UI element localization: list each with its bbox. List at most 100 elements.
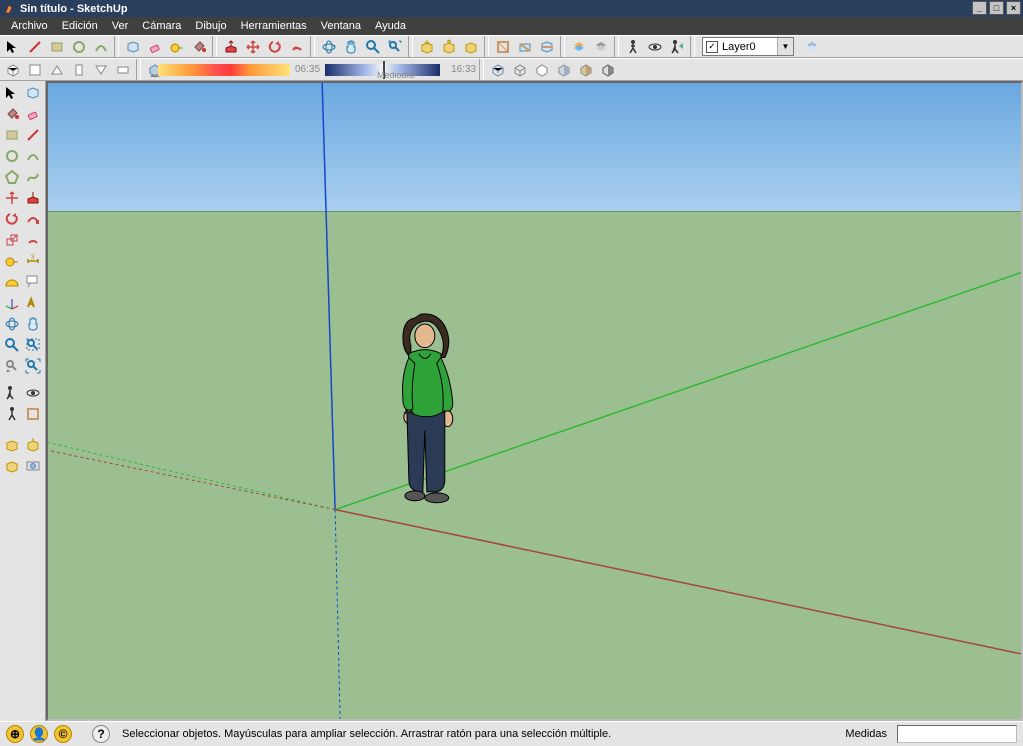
look-around-icon[interactable] (23, 383, 42, 402)
measurements-input[interactable] (897, 725, 1017, 743)
protractor-icon[interactable] (2, 272, 21, 291)
push-pull-icon[interactable] (220, 36, 241, 57)
share-model-icon[interactable] (438, 36, 459, 57)
walk-icon[interactable] (2, 404, 21, 423)
eraser-icon[interactable] (23, 104, 42, 123)
section-plane-icon[interactable] (492, 36, 513, 57)
polygon-icon[interactable] (2, 167, 21, 186)
push-pull-icon[interactable] (23, 188, 42, 207)
shaded-style-icon[interactable] (553, 59, 574, 80)
layers-icon[interactable] (590, 36, 611, 57)
separator (212, 36, 217, 57)
rectangle-icon[interactable] (46, 36, 67, 57)
paint-bucket-icon[interactable] (2, 104, 21, 123)
modeling-viewport[interactable] (46, 81, 1023, 721)
share-model-icon[interactable] (23, 435, 42, 454)
zoom-extents-icon[interactable] (23, 356, 42, 375)
get-models-icon[interactable] (2, 435, 21, 454)
offset-icon[interactable] (23, 230, 42, 249)
arc-icon[interactable] (23, 146, 42, 165)
season-gradient[interactable] (158, 64, 290, 76)
line-icon[interactable] (23, 125, 42, 144)
separator (479, 59, 484, 80)
make-component-icon[interactable] (23, 83, 42, 102)
freehand-icon[interactable] (23, 167, 42, 186)
zoom-window-icon[interactable] (23, 335, 42, 354)
share-component-icon[interactable] (460, 36, 481, 57)
wireframe-style-icon[interactable] (509, 59, 530, 80)
help-icon[interactable]: ? (92, 725, 110, 743)
pan-icon[interactable] (23, 314, 42, 333)
dimension-icon[interactable]: 3 (23, 251, 42, 270)
select-icon[interactable] (2, 83, 21, 102)
section-cut-icon[interactable] (536, 36, 557, 57)
position-camera-icon[interactable] (666, 36, 687, 57)
pan-icon[interactable] (340, 36, 361, 57)
line-icon[interactable] (24, 36, 45, 57)
circle-icon[interactable] (68, 36, 89, 57)
scale-icon[interactable] (2, 230, 21, 249)
claim-credit-icon[interactable]: © (54, 725, 72, 743)
zoom-extents-icon[interactable] (384, 36, 405, 57)
chevron-down-icon: ▼ (777, 38, 793, 55)
previous-view-icon[interactable] (2, 356, 21, 375)
left-view-icon[interactable] (112, 59, 133, 80)
menu-help[interactable]: Ayuda (368, 18, 413, 34)
position-camera-icon[interactable] (2, 383, 21, 402)
rotate-icon[interactable] (2, 209, 21, 228)
iso-view-icon[interactable] (2, 59, 23, 80)
close-button[interactable]: × (1006, 1, 1021, 15)
tape-measure-icon[interactable] (166, 36, 187, 57)
layer-manager-icon[interactable] (801, 36, 822, 57)
rotate-icon[interactable] (264, 36, 285, 57)
menu-file[interactable]: Archivo (4, 18, 55, 34)
menu-camera[interactable]: Cámara (135, 18, 188, 34)
eraser-icon[interactable] (144, 36, 165, 57)
hidden-line-style-icon[interactable] (531, 59, 552, 80)
geolocation-icon[interactable]: ⊕ (6, 725, 24, 743)
styles-icon[interactable] (568, 36, 589, 57)
orbit-icon[interactable] (2, 314, 21, 333)
time-start: 06:35 (295, 64, 320, 75)
tape-measure-icon[interactable] (2, 251, 21, 270)
share-component-icon[interactable] (2, 456, 21, 475)
walk-icon[interactable] (622, 36, 643, 57)
layer-dropdown[interactable]: ✓ Layer0 ▼ (702, 37, 794, 56)
xray-style-icon[interactable] (487, 59, 508, 80)
shaded-texture-style-icon[interactable] (575, 59, 596, 80)
credits-icon[interactable]: 👤 (30, 725, 48, 743)
paint-bucket-icon[interactable] (188, 36, 209, 57)
move-icon[interactable] (2, 188, 21, 207)
top-view-icon[interactable] (24, 59, 45, 80)
back-view-icon[interactable] (90, 59, 111, 80)
circle-icon[interactable] (2, 146, 21, 165)
right-view-icon[interactable] (68, 59, 89, 80)
get-photo-texture-icon[interactable] (23, 456, 42, 475)
follow-me-icon[interactable] (23, 209, 42, 228)
maximize-button[interactable]: □ (989, 1, 1004, 15)
select-icon[interactable] (2, 36, 23, 57)
rectangle-icon[interactable] (2, 125, 21, 144)
orbit-icon[interactable] (318, 36, 339, 57)
menu-window[interactable]: Ventana (314, 18, 368, 34)
menu-draw[interactable]: Dibujo (188, 18, 233, 34)
arc-icon[interactable] (90, 36, 111, 57)
look-around-icon[interactable] (644, 36, 665, 57)
menu-view[interactable]: Ver (105, 18, 136, 34)
monochrome-style-icon[interactable] (597, 59, 618, 80)
menu-tools[interactable]: Herramientas (234, 18, 314, 34)
3d-text-icon[interactable] (23, 293, 42, 312)
get-models-icon[interactable] (416, 36, 437, 57)
menu-edit[interactable]: Edición (55, 18, 105, 34)
axes-icon[interactable] (2, 293, 21, 312)
move-icon[interactable] (242, 36, 263, 57)
zoom-icon[interactable] (2, 335, 21, 354)
offset-icon[interactable] (286, 36, 307, 57)
front-view-icon[interactable] (46, 59, 67, 80)
make-component-icon[interactable] (122, 36, 143, 57)
section-plane-icon[interactable] (23, 404, 42, 423)
zoom-icon[interactable] (362, 36, 383, 57)
text-icon[interactable] (23, 272, 42, 291)
minimize-button[interactable]: _ (972, 1, 987, 15)
section-display-icon[interactable] (514, 36, 535, 57)
